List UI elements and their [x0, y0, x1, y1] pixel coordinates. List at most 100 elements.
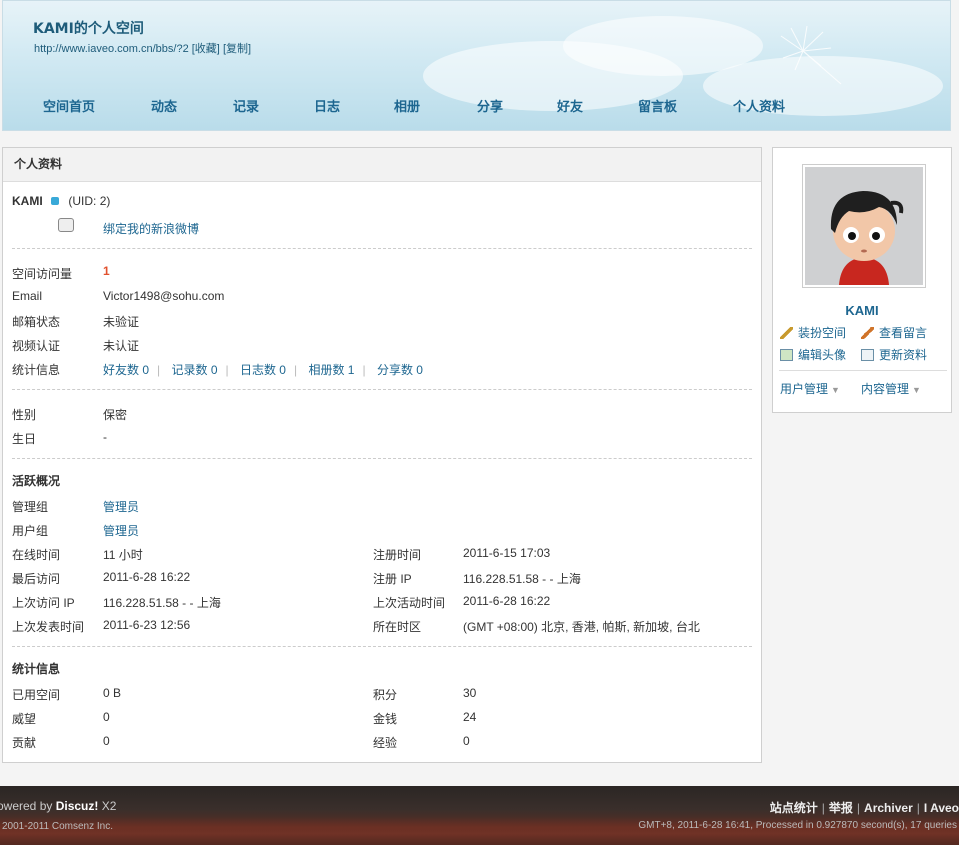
- archiver-link[interactable]: Archiver: [864, 801, 913, 815]
- nav-blog[interactable]: 日志: [314, 96, 340, 115]
- footer-links: 站点统计 | 举报 | Archiver | I Aveo: [769, 801, 959, 815]
- activity-label: 在线时间: [12, 548, 61, 562]
- group-label: 用户组: [12, 524, 49, 538]
- admin-group-link[interactable]: 管理员: [103, 498, 139, 515]
- content-manage-menu[interactable]: 内容管理 ▼: [861, 380, 921, 397]
- copy-link[interactable]: [复制]: [223, 43, 251, 55]
- online-status-icon: [51, 197, 60, 205]
- bind-weibo-link[interactable]: 绑定我的新浪微博: [103, 220, 199, 237]
- user-group-link[interactable]: 管理员: [103, 522, 139, 539]
- activity-value: 116.228.51.58 - - 上海: [463, 572, 581, 586]
- space-nav: 空间首页 动态 记录 日志 相册 分享 好友 留言板 个人资料: [3, 96, 950, 116]
- view-messages-link[interactable]: 查看留言: [861, 324, 927, 341]
- chevron-down-icon: ▼: [831, 385, 840, 395]
- gender-label: 性别: [12, 408, 37, 422]
- profile-panel: 个人资料 KAMI (UID: 2) 绑定我的新浪微博 空间访问量 1 Emai…: [2, 147, 762, 763]
- stat-value: 0: [103, 734, 110, 748]
- space-url[interactable]: http://www.iaveo.com.cn/bbs/?2: [34, 43, 189, 55]
- nav-guestbook[interactable]: 留言板: [638, 96, 677, 115]
- stats-label: 统计信息: [12, 363, 61, 377]
- email-status-value: 未验证: [103, 315, 140, 329]
- wand-icon: [780, 327, 793, 339]
- nav-doing[interactable]: 记录: [233, 96, 259, 115]
- space-url-line: http://www.iaveo.com.cn/bbs/?2 [收藏] [复制]: [34, 40, 251, 56]
- basic-label: 空间访问量: [12, 267, 73, 281]
- video-verify-value: 未认证: [103, 339, 140, 353]
- activity-label: 注册时间: [373, 548, 422, 562]
- stat-value: 0 B: [103, 686, 122, 700]
- process-info: GMT+8, 2011-6-28 16:41, Processed in 0.9…: [638, 820, 957, 831]
- stat-label: 贡献: [12, 736, 37, 750]
- divider: [12, 248, 752, 249]
- bookmark-link[interactable]: [收藏]: [192, 43, 220, 55]
- update-profile-link[interactable]: 更新资料: [861, 346, 927, 363]
- panel-heading: 个人资料: [3, 148, 761, 182]
- site-name-link[interactable]: I Aveo: [924, 801, 959, 815]
- email-value: Victor1498@sohu.com: [103, 289, 225, 303]
- birthday-value: -: [103, 430, 107, 444]
- weibo-icon: [58, 218, 74, 232]
- nav-album[interactable]: 相册: [394, 96, 420, 115]
- visit-count: 1: [103, 264, 110, 278]
- activity-value: 116.228.51.58 - - 上海: [103, 596, 221, 610]
- stats-links: 好友数 0 | 记录数 0 | 日志数 0 | 相册数 1 | 分享数 0: [103, 363, 423, 377]
- nav-friends[interactable]: 好友: [557, 96, 583, 115]
- stat-label: 经验: [373, 736, 398, 750]
- activity-label: 上次活动时间: [373, 596, 446, 610]
- basic-label: Email: [12, 289, 43, 303]
- profile-card-icon: [861, 349, 874, 361]
- chevron-down-icon: ▼: [912, 385, 921, 395]
- timezone-value: (GMT +08:00) 北京, 香港, 帕斯, 新加坡, 台北: [463, 620, 700, 634]
- user-sidebar: KAMI 装扮空间 查看留言 编辑头像 更新资料 用户管理 ▼ 内容管理 ▼: [772, 147, 952, 413]
- site-stats-link[interactable]: 站点统计: [770, 801, 818, 815]
- avatar[interactable]: [802, 164, 926, 288]
- gender-value: 保密: [103, 408, 128, 422]
- friends-count-link[interactable]: 好友数 0: [103, 363, 149, 377]
- space-header: KAMI的个人空间 http://www.iaveo.com.cn/bbs/?2…: [2, 0, 951, 131]
- stat-value: 0: [103, 710, 110, 724]
- nav-home[interactable]: 空间首页: [43, 96, 95, 115]
- activity-value: 2011-6-28 16:22: [103, 570, 191, 584]
- activity-label: 注册 IP: [373, 572, 412, 586]
- report-link[interactable]: 举报: [829, 801, 853, 815]
- activity-label: 最后访问: [12, 572, 61, 586]
- statistics-title: 统计信息: [12, 662, 61, 676]
- activity-label: 上次发表时间: [12, 620, 85, 634]
- blog-count-link[interactable]: 日志数 0: [240, 363, 286, 377]
- sidebar-username[interactable]: KAMI: [773, 303, 951, 318]
- space-title: KAMI的个人空间: [33, 21, 144, 37]
- stat-value: 30: [463, 686, 477, 700]
- stat-label: 威望: [12, 712, 37, 726]
- doing-count-link[interactable]: 记录数 0: [171, 363, 217, 377]
- image-icon: [780, 349, 793, 361]
- stat-label: 金钱: [373, 712, 398, 726]
- nav-feed[interactable]: 动态: [151, 96, 177, 115]
- edit-avatar-link[interactable]: 编辑头像: [780, 346, 846, 363]
- activity-value: 11 小时: [103, 548, 143, 562]
- album-count-link[interactable]: 相册数 1: [308, 363, 354, 377]
- nav-share[interactable]: 分享: [477, 96, 503, 115]
- stat-value: 0: [463, 734, 470, 748]
- pencil-icon: [861, 327, 874, 339]
- cartoon-avatar-icon: [805, 167, 923, 285]
- activity-value: 2011-6-28 16:22: [463, 594, 551, 608]
- activity-label: 所在时区: [373, 620, 422, 634]
- stat-value: 24: [463, 710, 477, 724]
- stat-label: 已用空间: [12, 688, 61, 702]
- activity-value: 2011-6-15 17:03: [463, 546, 551, 560]
- user-uid: (UID: 2): [68, 194, 111, 208]
- share-count-link[interactable]: 分享数 0: [377, 363, 423, 377]
- basic-label: 视频认证: [12, 339, 61, 353]
- discuz-link[interactable]: Discuz!: [56, 799, 99, 813]
- activity-title: 活跃概况: [12, 474, 61, 488]
- activity-value: 2011-6-23 12:56: [103, 618, 191, 632]
- sidebar-divider: [779, 370, 947, 371]
- stat-label: 积分: [373, 688, 398, 702]
- user-manage-menu[interactable]: 用户管理 ▼: [780, 380, 840, 397]
- basic-label: 邮箱状态: [12, 315, 61, 329]
- copyright: 2001-2011 Comsenz Inc.: [2, 821, 113, 832]
- decorate-space-link[interactable]: 装扮空间: [780, 324, 846, 341]
- username: KAMI: [12, 194, 43, 208]
- divider: [12, 458, 752, 459]
- nav-profile[interactable]: 个人资料: [733, 96, 785, 115]
